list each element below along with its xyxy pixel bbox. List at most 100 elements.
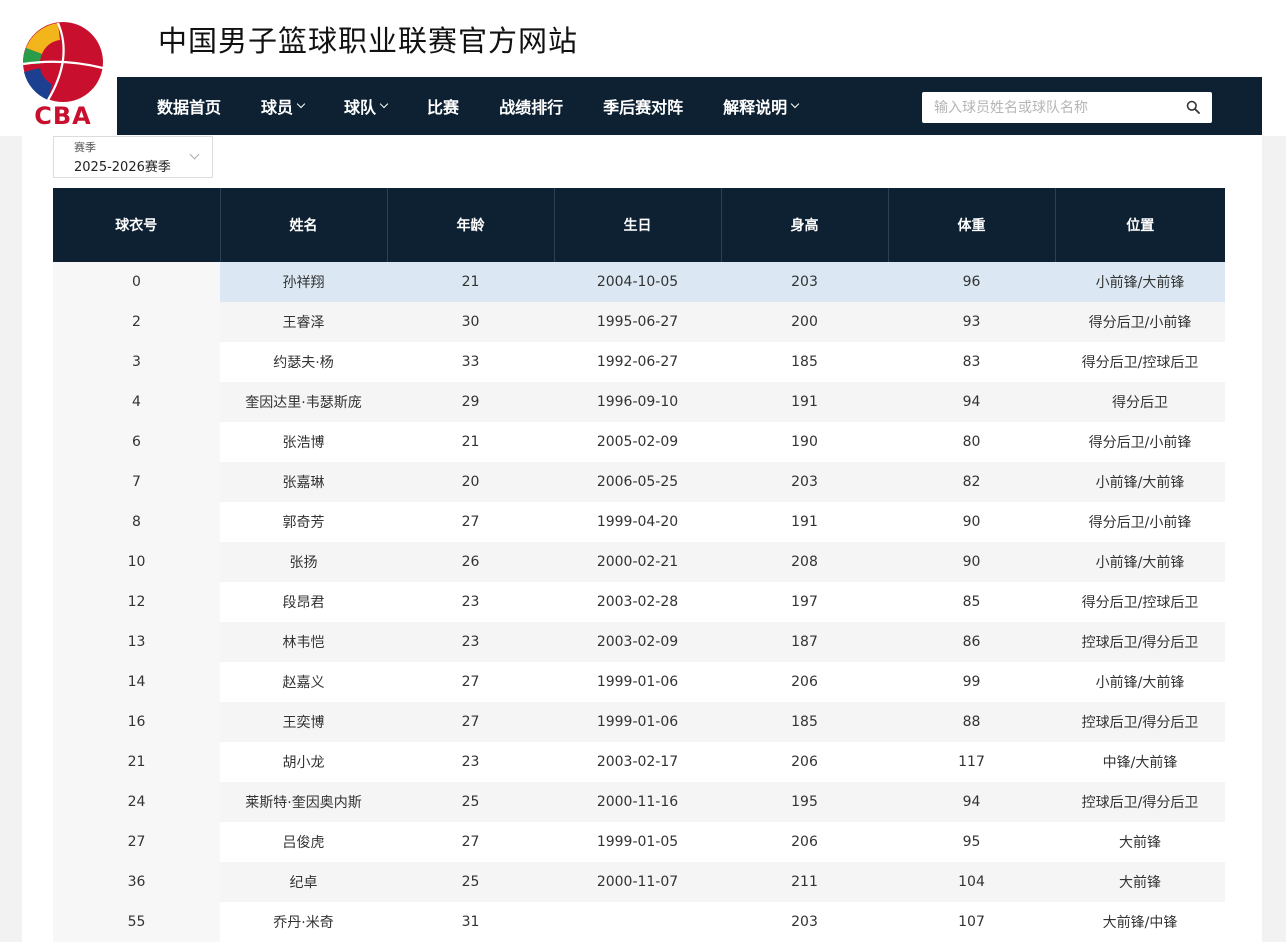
cell-name[interactable]: 吕俊虎 [220,822,387,862]
nav-item-playoffs[interactable]: 季后赛对阵 [603,94,683,118]
table-row[interactable]: 13 林韦恺 23 2003-02-09 187 86 控球后卫/得分后卫 [53,622,1225,662]
nav-item-games[interactable]: 比赛 [427,94,459,118]
cell-jersey: 4 [53,382,220,422]
cell-height: 211 [721,862,888,902]
cell-birthday: 2000-02-21 [554,542,721,582]
cell-position: 控球后卫/得分后卫 [1055,782,1225,822]
column-header-birthday[interactable]: 生日 [553,188,721,262]
table-row[interactable]: 16 王奕博 27 1999-01-06 185 88 控球后卫/得分后卫 [53,702,1225,742]
search-input[interactable] [922,92,1172,123]
cell-name[interactable]: 胡小龙 [220,742,387,782]
cell-weight: 90 [888,542,1055,582]
column-header-weight[interactable]: 体重 [887,188,1055,262]
cell-name[interactable]: 纪卓 [220,862,387,902]
cell-birthday: 2003-02-09 [554,622,721,662]
table-row[interactable]: 55 乔丹·米奇 31 203 107 大前锋/中锋 [53,902,1225,942]
cell-height: 195 [721,782,888,822]
cell-name[interactable]: 乔丹·米奇 [220,902,387,942]
cell-jersey: 16 [53,702,220,742]
cell-weight: 99 [888,662,1055,702]
cell-name[interactable]: 奎因达里·韦瑟斯庞 [220,382,387,422]
cell-height: 191 [721,502,888,542]
cell-weight: 94 [888,382,1055,422]
chevron-down-icon [790,99,800,109]
table-row[interactable]: 4 奎因达里·韦瑟斯庞 29 1996-09-10 191 94 得分后卫 [53,382,1225,422]
cell-name[interactable]: 赵嘉义 [220,662,387,702]
cell-name[interactable]: 郭奇芳 [220,502,387,542]
table-row[interactable]: 10 张扬 26 2000-02-21 208 90 小前锋/大前锋 [53,542,1225,582]
cell-position: 得分后卫 [1055,382,1225,422]
cell-position: 小前锋/大前锋 [1055,262,1225,302]
cell-age: 21 [387,422,554,462]
cell-name[interactable]: 张扬 [220,542,387,582]
cell-height: 200 [721,302,888,342]
table-row[interactable]: 24 莱斯特·奎因奥内斯 25 2000-11-16 195 94 控球后卫/得分后卫 [53,782,1225,822]
nav-item-label: 解释说明 [723,98,788,117]
roster-table: 球衣号 姓名 年龄 生日 身高 体重 位置 0 孙祥翔 21 2004-10-05 20… [53,181,1225,942]
column-header-jersey[interactable]: 球衣号 [53,181,220,262]
cell-jersey: 55 [53,902,220,942]
cell-name[interactable]: 约瑟夫·杨 [220,342,387,382]
cell-position: 得分后卫/小前锋 [1055,422,1225,462]
cell-age: 23 [387,582,554,622]
cell-name[interactable]: 张嘉琳 [220,462,387,502]
column-header-height[interactable]: 身高 [720,188,888,262]
column-header-position[interactable]: 位置 [1054,188,1225,262]
nav-item-players[interactable]: 球员 [261,94,306,118]
table-row[interactable]: 36 纪卓 25 2000-11-07 211 104 大前锋 [53,862,1225,902]
cell-height: 203 [721,262,888,302]
table-row[interactable]: 14 赵嘉义 27 1999-01-06 206 99 小前锋/大前锋 [53,662,1225,702]
cell-name[interactable]: 林韦恺 [220,622,387,662]
chevron-down-icon [296,99,306,109]
nav-item-explanation[interactable]: 解释说明 [723,94,800,118]
table-row[interactable]: 2 王睿泽 30 1995-06-27 200 93 得分后卫/小前锋 [53,302,1225,342]
cell-weight: 86 [888,622,1055,662]
table-row[interactable]: 21 胡小龙 23 2003-02-17 206 117 中锋/大前锋 [53,742,1225,782]
cell-jersey: 0 [53,262,220,302]
cell-position: 控球后卫/得分后卫 [1055,622,1225,662]
cell-age: 30 [387,302,554,342]
cell-birthday: 2003-02-28 [554,582,721,622]
pointer-indicator [130,181,144,188]
cell-birthday: 2004-10-05 [554,262,721,302]
cell-birthday: 1992-06-27 [554,342,721,382]
cell-name[interactable]: 孙祥翔 [220,262,387,302]
nav-item-label: 战绩排行 [499,98,564,117]
table-row[interactable]: 8 郭奇芳 27 1999-04-20 191 90 得分后卫/小前锋 [53,502,1225,542]
nav-item-data-home[interactable]: 数据首页 [157,94,221,118]
nav-item-standings[interactable]: 战绩排行 [499,94,563,118]
cell-height: 206 [721,662,888,702]
cell-position: 得分后卫/控球后卫 [1055,342,1225,382]
cell-birthday: 1999-04-20 [554,502,721,542]
cell-birthday: 1995-06-27 [554,302,721,342]
column-header-label: 球衣号 [115,218,158,234]
table-row[interactable]: 6 张浩博 21 2005-02-09 190 80 得分后卫/小前锋 [53,422,1225,462]
cell-weight: 94 [888,782,1055,822]
column-header-name[interactable]: 姓名 [219,188,387,262]
column-header-age[interactable]: 年龄 [386,188,554,262]
cell-birthday: 2000-11-16 [554,782,721,822]
table-row[interactable]: 12 段昂君 23 2003-02-28 197 85 得分后卫/控球后卫 [53,582,1225,622]
cell-weight: 104 [888,862,1055,902]
cell-position: 中锋/大前锋 [1055,742,1225,782]
table-row[interactable]: 0 孙祥翔 21 2004-10-05 203 96 小前锋/大前锋 [53,262,1225,302]
table-row[interactable]: 27 吕俊虎 27 1999-01-05 206 95 大前锋 [53,822,1225,862]
search-icon[interactable] [1186,100,1200,114]
cell-birthday: 1999-01-05 [554,822,721,862]
table-row[interactable]: 3 约瑟夫·杨 33 1992-06-27 185 83 得分后卫/控球后卫 [53,342,1225,382]
cell-name[interactable]: 段昂君 [220,582,387,622]
season-select[interactable]: 赛季 2025-2026赛季 [53,136,213,178]
cell-age: 23 [387,742,554,782]
cell-height: 203 [721,902,888,942]
cell-name[interactable]: 王奕博 [220,702,387,742]
cell-position: 控球后卫/得分后卫 [1055,702,1225,742]
cell-weight: 95 [888,822,1055,862]
cell-name[interactable]: 张浩博 [220,422,387,462]
cell-name[interactable]: 王睿泽 [220,302,387,342]
nav-item-teams[interactable]: 球队 [344,94,389,118]
cba-logo[interactable]: CBA [18,18,108,130]
table-row[interactable]: 7 张嘉琳 20 2006-05-25 203 82 小前锋/大前锋 [53,462,1225,502]
cell-jersey: 21 [53,742,220,782]
cell-name[interactable]: 莱斯特·奎因奥内斯 [220,782,387,822]
cell-position: 大前锋 [1055,822,1225,862]
